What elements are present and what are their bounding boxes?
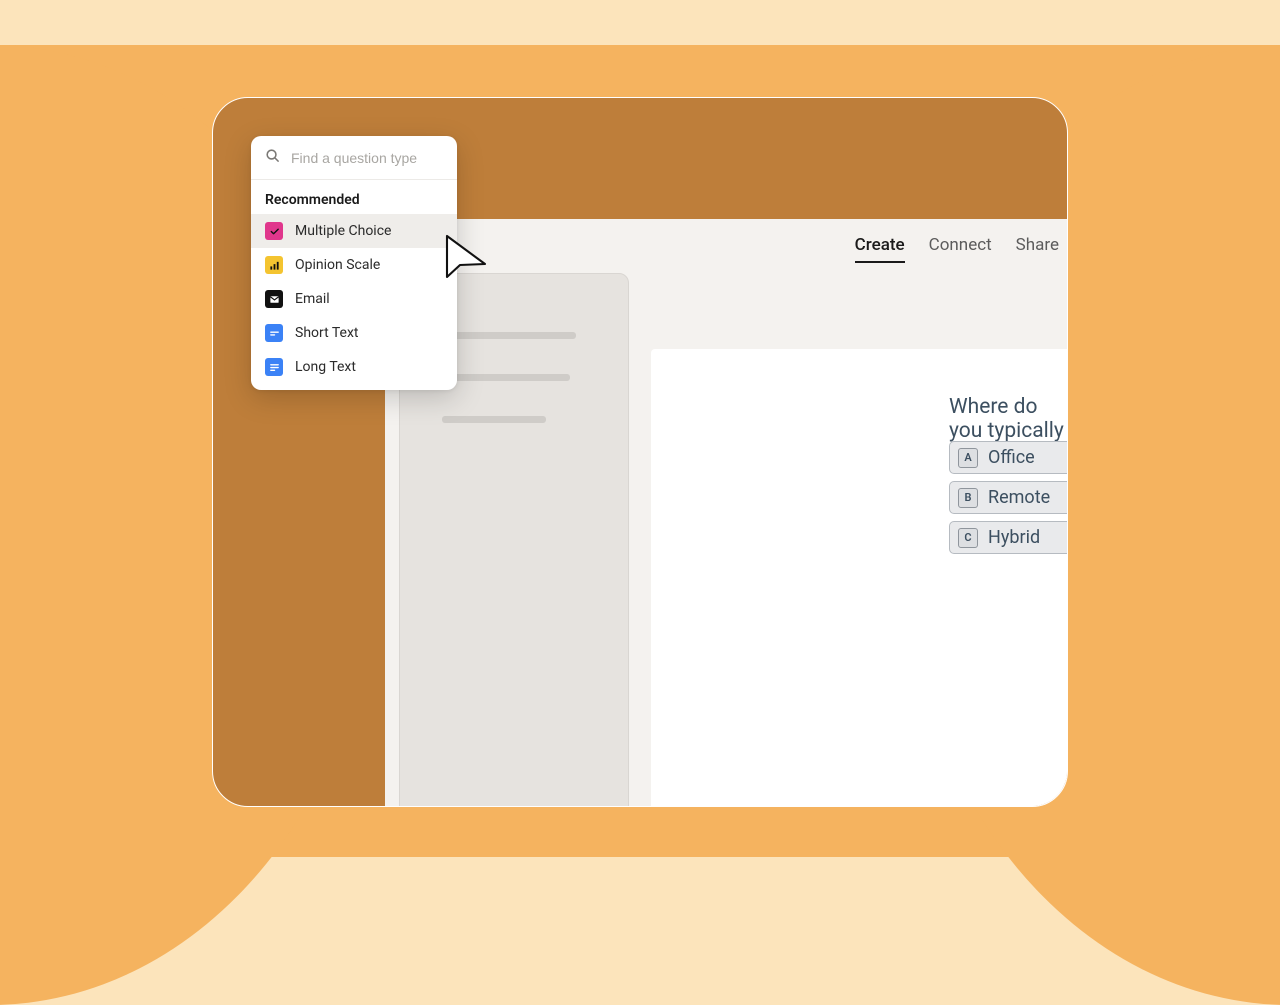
skeleton-line bbox=[442, 374, 570, 381]
dropdown-item-short-text[interactable]: Short Text bbox=[251, 316, 457, 350]
dropdown-item-label: Long Text bbox=[295, 359, 356, 375]
dropdown-item-label: Multiple Choice bbox=[295, 223, 391, 239]
tab-share[interactable]: Share bbox=[1016, 235, 1059, 261]
option-label: Office bbox=[988, 447, 1035, 468]
short-text-icon bbox=[265, 324, 283, 342]
option-label: Hybrid bbox=[988, 527, 1040, 548]
long-text-icon bbox=[265, 358, 283, 376]
envelope-icon bbox=[265, 290, 283, 308]
question-preview-panel: Where do you typically work? A Office B … bbox=[651, 349, 1067, 806]
dropdown-search-row bbox=[251, 136, 457, 180]
option-b[interactable]: B Remote bbox=[949, 481, 1068, 514]
dropdown-item-email[interactable]: Email bbox=[251, 282, 457, 316]
dropdown-item-label: Email bbox=[295, 291, 330, 307]
checkmark-icon bbox=[265, 222, 283, 240]
app-inner: Create Connect Share Where do you typica… bbox=[385, 219, 1067, 806]
option-key: B bbox=[958, 488, 978, 508]
option-key: A bbox=[958, 448, 978, 468]
option-a[interactable]: A Office bbox=[949, 441, 1068, 474]
dropdown-section-label: Recommended bbox=[251, 180, 457, 214]
option-c[interactable]: C Hybrid bbox=[949, 521, 1068, 554]
skeleton-line bbox=[442, 416, 546, 423]
dropdown-item-opinion-scale[interactable]: Opinion Scale bbox=[251, 248, 457, 282]
option-key: C bbox=[958, 528, 978, 548]
question-type-dropdown: Recommended Multiple Choice Opinion Scal… bbox=[251, 136, 457, 390]
search-icon bbox=[265, 148, 280, 167]
question-options: A Office B Remote C Hybrid bbox=[949, 441, 1068, 554]
dropdown-item-label: Short Text bbox=[295, 325, 359, 341]
dropdown-item-label: Opinion Scale bbox=[295, 257, 380, 273]
skeleton-line bbox=[442, 332, 576, 339]
bar-chart-icon bbox=[265, 256, 283, 274]
option-label: Remote bbox=[988, 487, 1050, 508]
dropdown-item-long-text[interactable]: Long Text bbox=[251, 350, 457, 390]
top-tabs: Create Connect Share bbox=[855, 235, 1059, 263]
dropdown-item-multiple-choice[interactable]: Multiple Choice bbox=[251, 214, 457, 248]
tab-create[interactable]: Create bbox=[855, 235, 905, 263]
tab-connect[interactable]: Connect bbox=[929, 235, 992, 261]
search-input[interactable] bbox=[291, 150, 457, 166]
